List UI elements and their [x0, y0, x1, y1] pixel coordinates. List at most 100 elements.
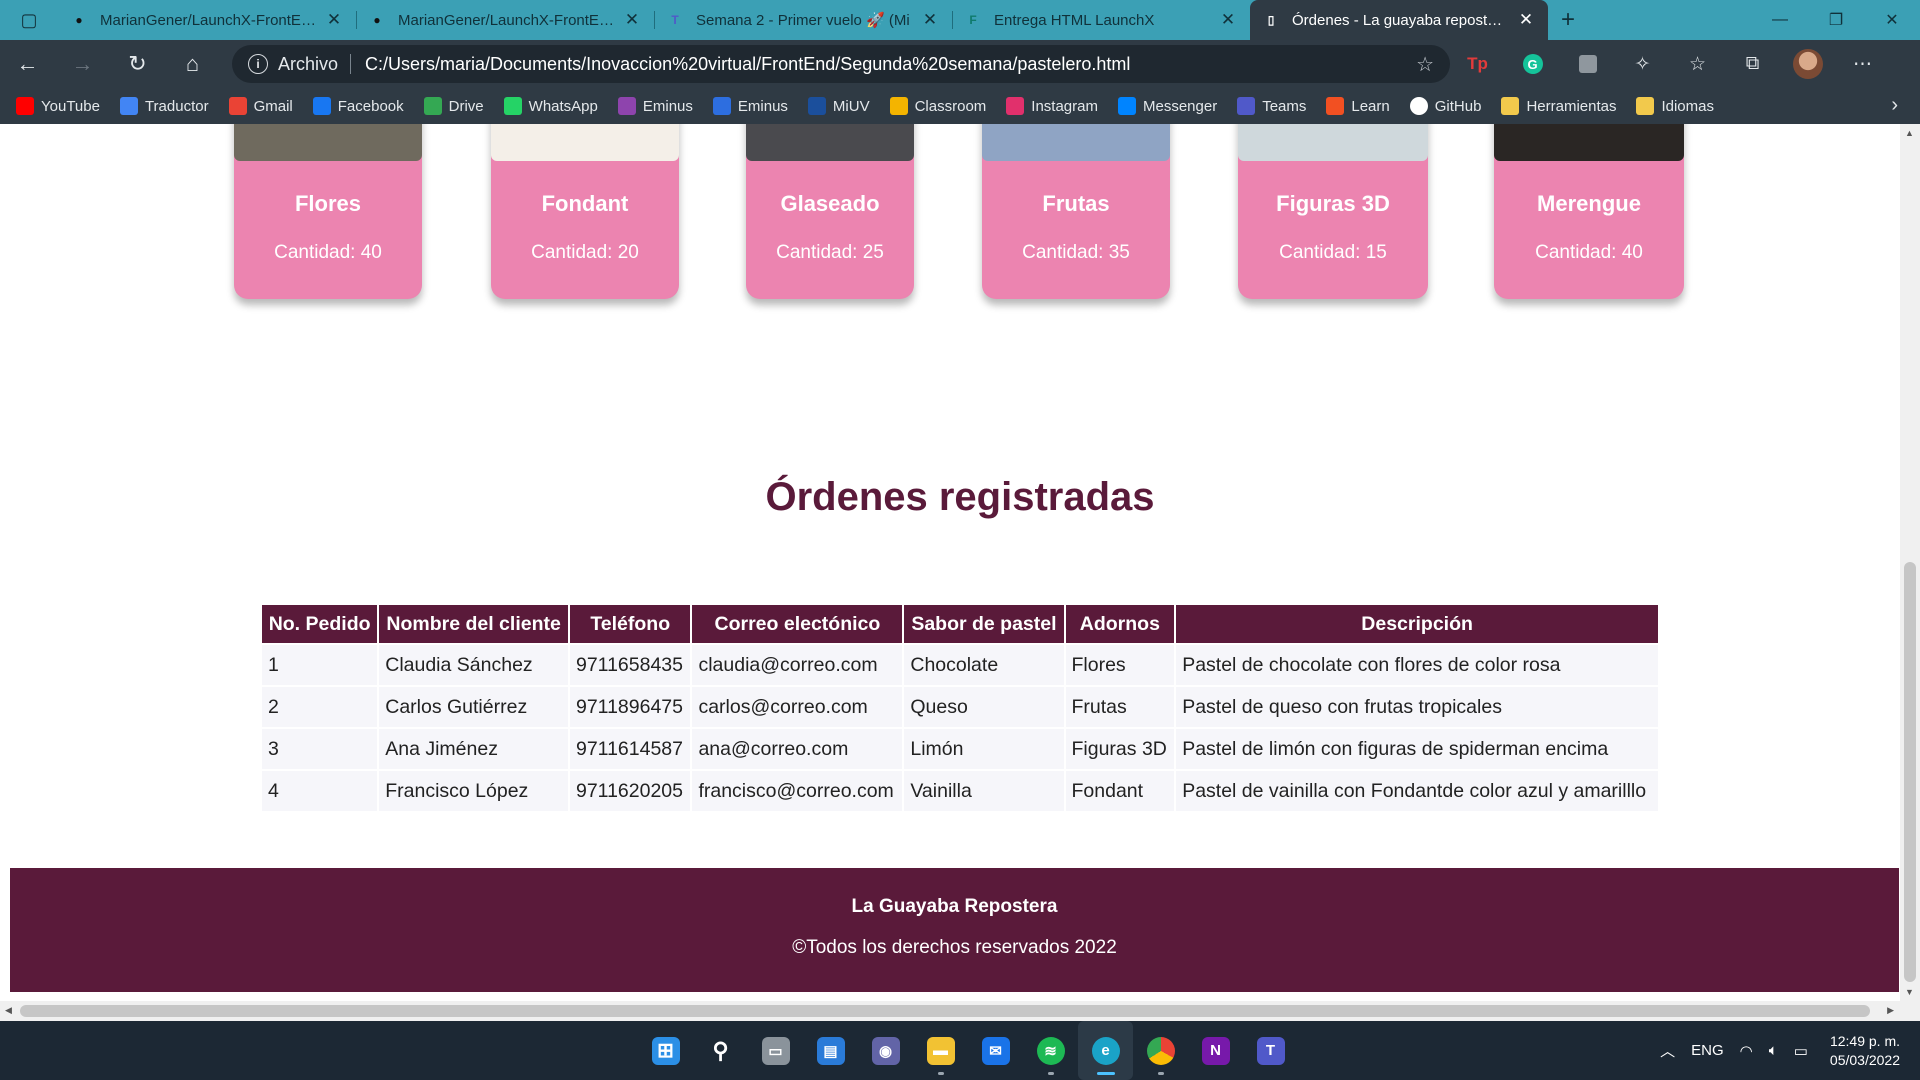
- miuv-icon: [807, 97, 826, 115]
- site-scheme-label: Archivo: [278, 53, 339, 74]
- scroll-down-icon[interactable]: ▼: [1905, 987, 1914, 997]
- mail-button[interactable]: ✉: [968, 1021, 1023, 1080]
- bookmark-label: Gmail: [253, 97, 293, 115]
- file-explorer-button[interactable]: ▬: [913, 1021, 968, 1080]
- widgets-button[interactable]: ▤: [803, 1021, 858, 1080]
- settings-more-button[interactable]: ⋯: [1835, 40, 1890, 88]
- language-indicator[interactable]: ENG: [1691, 1042, 1724, 1059]
- info-icon[interactable]: i: [248, 54, 268, 74]
- teams-button[interactable]: T: [1243, 1021, 1298, 1080]
- extensions-puzzle-icon[interactable]: ✧: [1615, 40, 1670, 88]
- bookmark-drive[interactable]: Drive: [423, 97, 484, 115]
- tab-1[interactable]: ● MarianGener/LaunchX-FrontEnd ✕: [58, 0, 356, 40]
- wifi-icon[interactable]: ◠: [1740, 1042, 1753, 1060]
- page-content: Flores Cantidad: 40 Fondant Cantidad: 20 Gla…: [0, 124, 1920, 1001]
- chat-button[interactable]: ◉: [858, 1021, 913, 1080]
- learn-icon: [1326, 97, 1345, 115]
- task-view-button[interactable]: ▭: [748, 1021, 803, 1080]
- tab-actions-button[interactable]: ▢: [0, 0, 58, 40]
- cake-image: [746, 124, 914, 161]
- decoration-cards: Flores Cantidad: 40 Fondant Cantidad: 20 Gla…: [0, 124, 1900, 304]
- refresh-button[interactable]: ↻: [110, 40, 165, 88]
- system-tray: ︿ ENG ◠ 🔈︎ ▭ 12:49 p. m. 05/03/2022: [1652, 1021, 1920, 1080]
- tab-4[interactable]: F Entrega HTML LaunchX ✕: [952, 0, 1250, 40]
- search-button[interactable]: ⚲: [693, 1021, 748, 1080]
- bookmark-miuv[interactable]: MiUV: [807, 97, 870, 115]
- bookmark-learn[interactable]: Learn: [1326, 97, 1390, 115]
- card-title: Fondant: [541, 191, 629, 216]
- eminus-icon: [617, 97, 636, 115]
- bookmark-facebook[interactable]: Facebook: [312, 97, 404, 115]
- home-button[interactable]: ⌂: [165, 40, 220, 88]
- page-title: Órdenes registradas: [765, 475, 1155, 519]
- tab-2[interactable]: ● MarianGener/LaunchX-FrontEnd ✕: [356, 0, 654, 40]
- scroll-right-icon[interactable]: ▶: [1887, 1005, 1894, 1016]
- collections-icon[interactable]: ⧉: [1725, 40, 1780, 88]
- bookmark-label: Eminus: [737, 97, 788, 115]
- bookmark-whatsapp[interactable]: WhatsApp: [503, 97, 598, 115]
- scroll-left-icon[interactable]: ◀: [5, 1005, 12, 1016]
- running-indicator: [1157, 1072, 1164, 1075]
- vertical-scrollbar[interactable]: ▲ ▼: [1900, 124, 1920, 1001]
- bookmark-teams[interactable]: Teams: [1237, 97, 1306, 115]
- profile-button[interactable]: [1780, 40, 1835, 88]
- bookmark-youtube[interactable]: YouTube: [16, 97, 100, 115]
- bookmark-github[interactable]: GitHub: [1409, 97, 1481, 115]
- onenote-button[interactable]: N: [1188, 1021, 1243, 1080]
- chevron-up-icon[interactable]: ︿: [1660, 1040, 1675, 1061]
- bookmark-idiomas[interactable]: Idiomas: [1636, 97, 1714, 115]
- back-button[interactable]: ←: [0, 40, 55, 88]
- volume-icon[interactable]: 🔈︎: [1769, 1042, 1778, 1059]
- tab-3[interactable]: T Semana 2 - Primer vuelo 🚀 (Mi ✕: [654, 0, 952, 40]
- new-tab-button[interactable]: +: [1548, 0, 1588, 40]
- battery-icon[interactable]: ▭: [1794, 1042, 1808, 1060]
- bookmark-eminus[interactable]: Eminus: [617, 97, 693, 115]
- bookmark-instagram[interactable]: Instagram: [1006, 97, 1098, 115]
- scroll-up-icon[interactable]: ▲: [1905, 128, 1914, 138]
- card-title: Merengue: [1537, 191, 1641, 216]
- table-row: 1 Claudia Sánchez 9711658435 claudia@correo…: [262, 645, 1658, 685]
- forward-button[interactable]: →: [55, 40, 110, 88]
- close-icon[interactable]: ✕: [622, 10, 642, 30]
- bookmark-classroom[interactable]: Classroom: [889, 97, 986, 115]
- tp-extension-icon[interactable]: Tp: [1450, 40, 1505, 88]
- table-cell: Claudia Sánchez: [379, 645, 568, 685]
- close-icon[interactable]: ✕: [920, 10, 940, 30]
- bookmark-eminus[interactable]: Eminus: [712, 97, 788, 115]
- decoration-card: Flores Cantidad: 40: [234, 124, 422, 299]
- decoration-card: Glaseado Cantidad: 25: [746, 124, 914, 299]
- favorites-icon[interactable]: ☆: [1670, 40, 1725, 88]
- tab-5[interactable]: ▯ Órdenes - La guayaba repostera ✕: [1250, 0, 1548, 40]
- chrome-button[interactable]: [1133, 1021, 1188, 1080]
- grammarly-extension-icon[interactable]: G: [1505, 40, 1560, 88]
- close-window-button[interactable]: ✕: [1864, 0, 1920, 40]
- extension-icon[interactable]: [1560, 40, 1615, 88]
- taskbar: ⊞ ⚲ ▭ ▤ ◉ ▬ ✉ ≋ e N T ︿ ENG ◠ 🔈︎ ▭ 12:49…: [0, 1021, 1920, 1080]
- bookmarks-overflow-button[interactable]: ›: [1891, 94, 1898, 117]
- start-button[interactable]: ⊞: [638, 1021, 693, 1080]
- table-cell: 9711620205: [569, 771, 691, 811]
- close-icon[interactable]: ✕: [1516, 10, 1536, 30]
- youtube-icon: [16, 97, 34, 115]
- decoration-card: Figuras 3D Cantidad: 15: [1238, 124, 1428, 299]
- footer: La Guayaba Repostera ©Todos los derechos…: [10, 868, 1899, 992]
- bookmark-gmail[interactable]: Gmail: [228, 97, 293, 115]
- traductor-icon: [119, 97, 138, 115]
- bookmark-herramientas[interactable]: Herramientas: [1501, 97, 1616, 115]
- horizontal-scrollbar[interactable]: ◀ ▶: [0, 1001, 1920, 1021]
- bookmark-messenger[interactable]: Messenger: [1117, 97, 1217, 115]
- horizontal-scroll-thumb[interactable]: [20, 1005, 1870, 1017]
- spotify-button[interactable]: ≋: [1023, 1021, 1078, 1080]
- address-bar[interactable]: i Archivo C:/Users/maria/Documents/Inova…: [232, 45, 1450, 83]
- add-favorite-icon[interactable]: ☆: [1416, 52, 1434, 77]
- bookmark-label: YouTube: [41, 97, 100, 115]
- close-icon[interactable]: ✕: [1218, 10, 1238, 30]
- restore-button[interactable]: ❐: [1808, 0, 1864, 40]
- edge-button[interactable]: e: [1078, 1021, 1133, 1080]
- url-text[interactable]: C:/Users/maria/Documents/Inovaccion%20vi…: [365, 54, 1416, 75]
- vertical-scroll-thumb[interactable]: [1904, 562, 1916, 982]
- minimize-button[interactable]: —: [1752, 0, 1808, 40]
- bookmark-traductor[interactable]: Traductor: [119, 97, 209, 115]
- clock[interactable]: 12:49 p. m. 05/03/2022: [1830, 1032, 1900, 1070]
- close-icon[interactable]: ✕: [324, 10, 344, 30]
